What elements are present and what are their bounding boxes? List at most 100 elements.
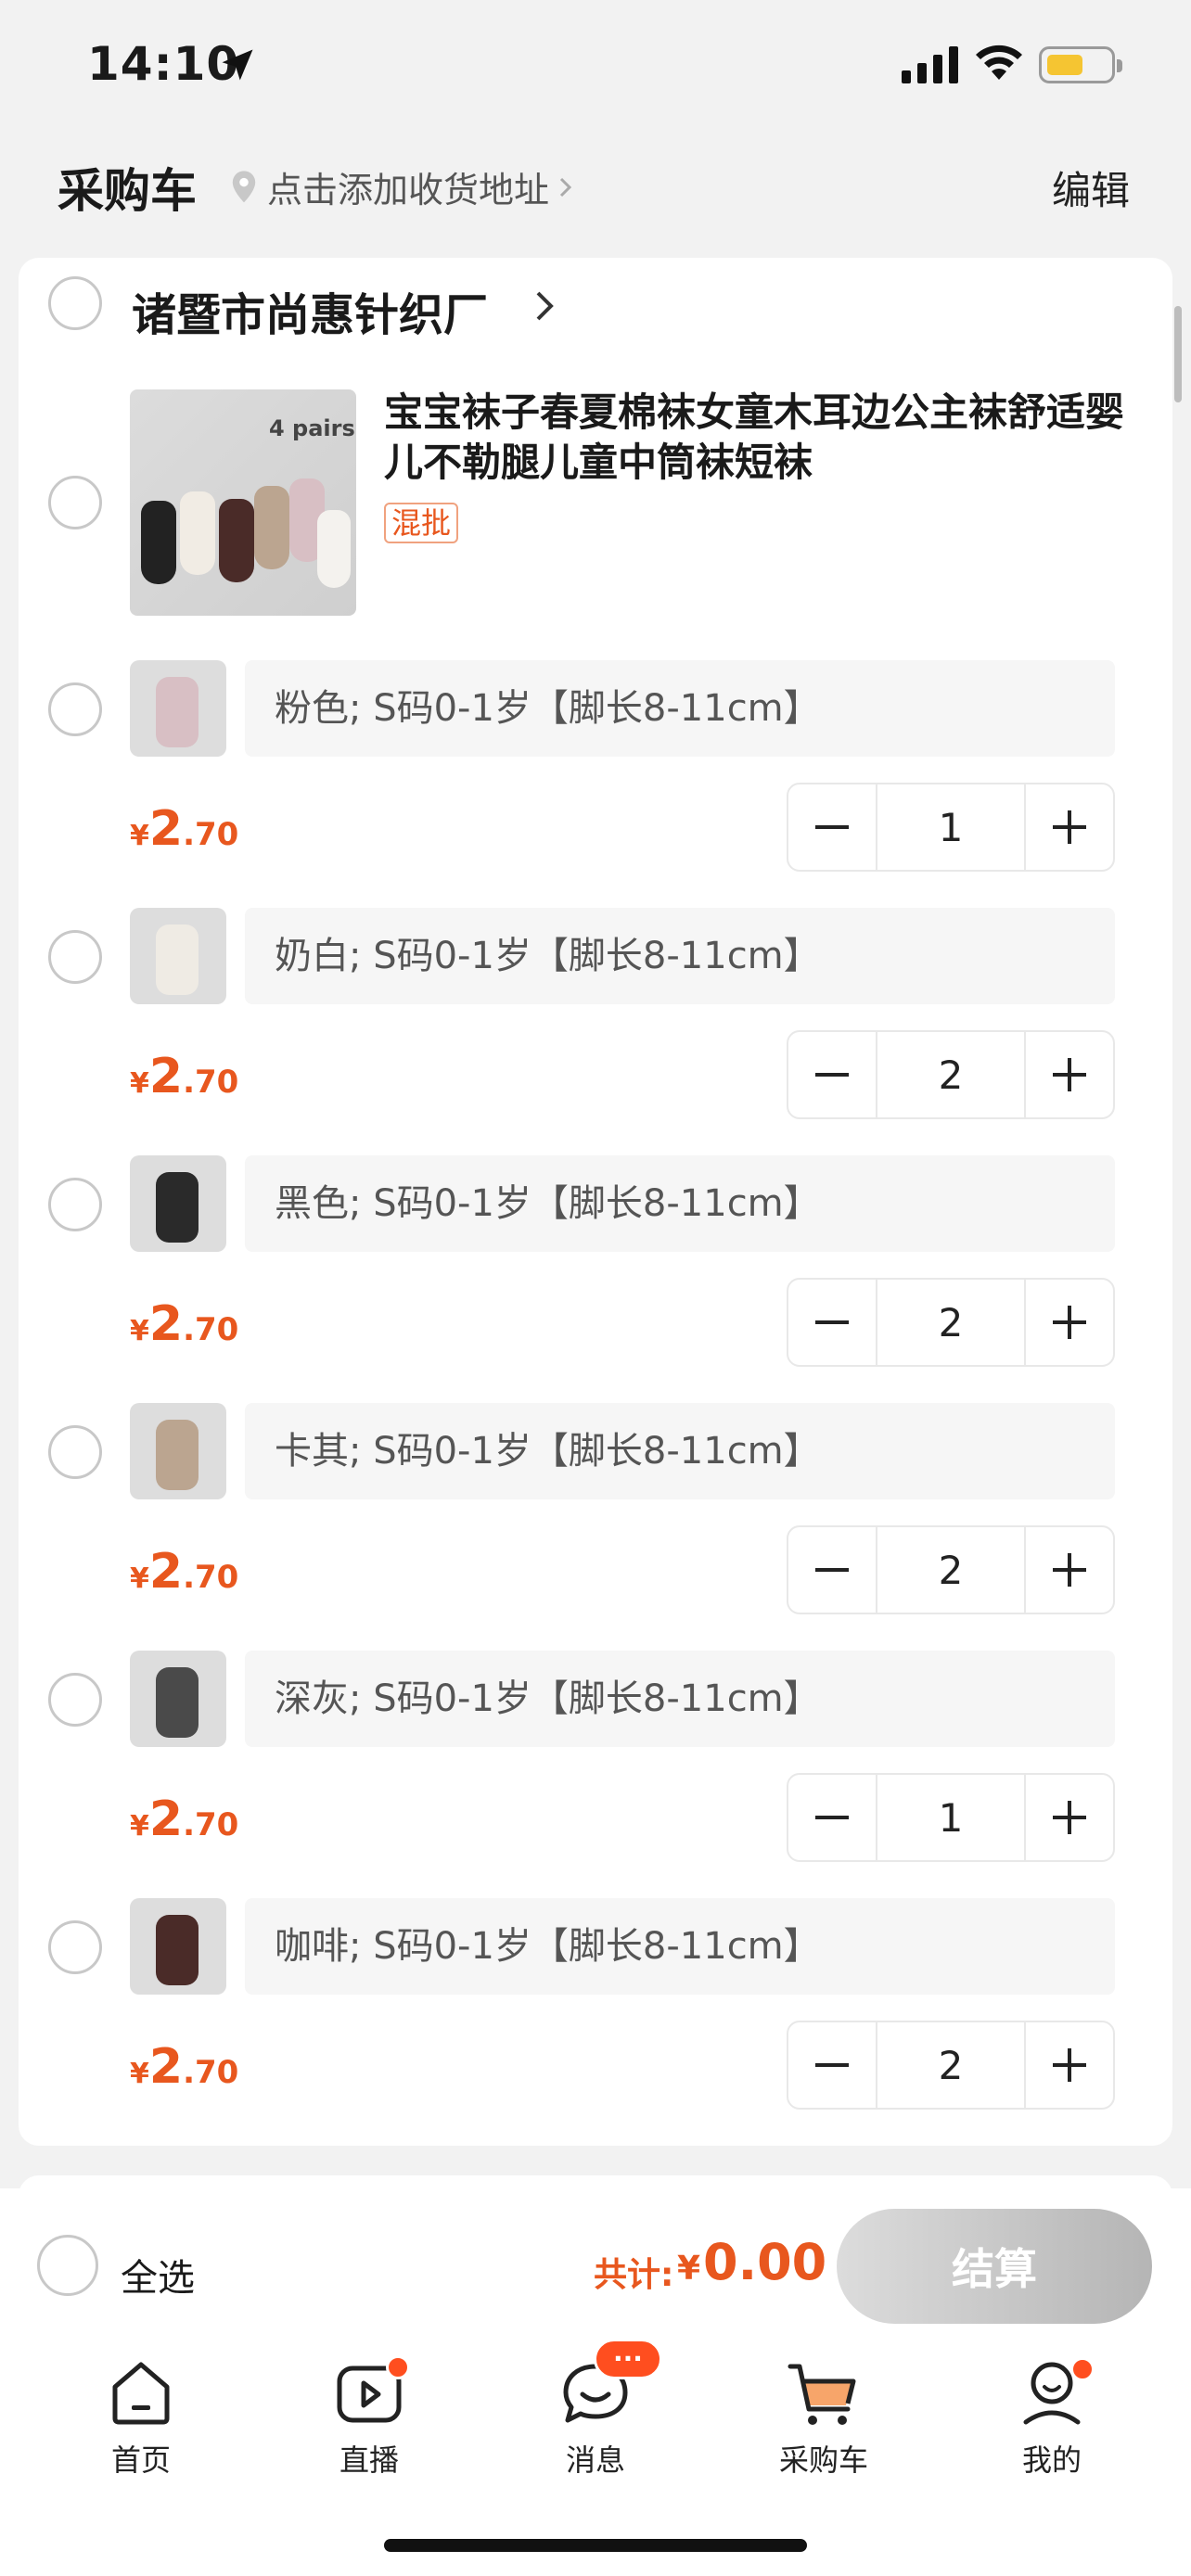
decrease-button[interactable] (788, 1280, 876, 1365)
location-pin-icon (232, 170, 256, 202)
message-icon: ··· (558, 2339, 662, 2429)
increase-button[interactable] (1026, 1527, 1113, 1613)
product-title[interactable]: 宝宝袜子春夏棉袜女童木耳边公主袜舒适婴儿不勒腿儿童中筒袜短袜 (384, 388, 1126, 488)
variant-spec[interactable]: 卡其; S码0-1岁【脚长8-11cm】 (245, 1403, 1115, 1499)
variant-thumbnail[interactable] (130, 1403, 226, 1499)
product-image[interactable]: 4 pairs (130, 389, 356, 616)
minus-icon (815, 1816, 849, 1819)
increase-button[interactable] (1026, 1775, 1113, 1860)
page-title: 采购车 (58, 164, 197, 218)
variant-spec[interactable]: 粉色; S码0-1岁【脚长8-11cm】 (245, 660, 1115, 757)
variant-spec[interactable]: 奶白; S码0-1岁【脚长8-11cm】 (245, 908, 1115, 1004)
sock-swatch (156, 677, 198, 747)
variant-thumbnail[interactable] (130, 1651, 226, 1747)
variant-select-checkbox[interactable] (48, 1920, 102, 1974)
tab-home[interactable]: 首页 (67, 2355, 215, 2480)
notification-dot (1070, 2357, 1095, 2381)
variant-select-checkbox[interactable] (48, 1425, 102, 1479)
minus-icon (815, 1568, 849, 1572)
price: ¥2.70 (130, 1544, 239, 1600)
minus-icon (815, 1320, 849, 1324)
scrollbar[interactable] (1174, 306, 1182, 402)
tab-label: 采购车 (778, 2442, 868, 2478)
quantity-stepper[interactable]: 2 (787, 2021, 1115, 2110)
quantity-stepper[interactable]: 2 (787, 1525, 1115, 1614)
variant-select-checkbox[interactable] (48, 930, 102, 984)
shop-name[interactable]: 诸暨市尚惠针织厂 (132, 278, 488, 343)
price: ¥2.70 (130, 801, 239, 857)
increase-button[interactable] (1026, 2022, 1113, 2108)
plus-icon (1053, 1553, 1086, 1587)
decrease-button[interactable] (788, 1775, 876, 1860)
price: ¥2.70 (130, 1296, 239, 1352)
tab-label: 直播 (339, 2442, 399, 2478)
quantity-stepper[interactable]: 1 (787, 1773, 1115, 1862)
variant-spec[interactable]: 咖啡; S码0-1岁【脚长8-11cm】 (245, 1898, 1115, 1995)
checkout-button[interactable]: 结算 (837, 2209, 1152, 2324)
minus-icon (815, 1073, 849, 1077)
quantity-value[interactable]: 1 (876, 784, 1026, 870)
quantity-stepper[interactable]: 2 (787, 1030, 1115, 1119)
total-amount: 0.00 (703, 2233, 827, 2291)
quantity-value[interactable]: 2 (876, 1527, 1026, 1613)
variant-select-checkbox[interactable] (48, 1673, 102, 1727)
decrease-button[interactable] (788, 2022, 876, 2108)
message-badge: ··· (594, 2339, 662, 2379)
select-all-checkbox[interactable] (37, 2235, 98, 2296)
quantity-stepper[interactable]: 2 (787, 1278, 1115, 1367)
signal-icon (902, 46, 958, 83)
sock-swatch (156, 1420, 198, 1490)
tab-label: 首页 (110, 2442, 171, 2478)
price: ¥2.70 (130, 2039, 239, 2095)
address-text: 点击添加收货地址 (267, 170, 550, 210)
variant-thumbnail[interactable] (130, 1898, 226, 1995)
select-all-label[interactable]: 全选 (121, 2248, 195, 2302)
wifi-icon (976, 45, 1022, 80)
decrease-button[interactable] (788, 1032, 876, 1117)
quantity-value[interactable]: 2 (876, 2022, 1026, 2108)
notification-dot (386, 2355, 410, 2379)
tab-cart[interactable]: 采购车 (749, 2355, 898, 2480)
product-select-checkbox[interactable] (48, 476, 102, 529)
plus-icon (1053, 1306, 1086, 1339)
mixed-batch-tag: 混批 (384, 503, 459, 543)
increase-button[interactable] (1026, 1280, 1113, 1365)
quantity-value[interactable]: 1 (876, 1775, 1026, 1860)
variant-select-checkbox[interactable] (48, 1178, 102, 1231)
product-image-caption: 4 pairs (269, 415, 355, 441)
sock-swatch (156, 1915, 198, 1985)
cart-icon (787, 2355, 861, 2429)
edit-button[interactable]: 编辑 (1052, 159, 1130, 216)
sock-swatch (156, 1667, 198, 1738)
quantity-value[interactable]: 2 (876, 1032, 1026, 1117)
home-indicator[interactable] (384, 2539, 807, 2552)
tab-label: 消息 (565, 2442, 625, 2478)
variant-thumbnail[interactable] (130, 908, 226, 1004)
sock-swatch (156, 1172, 198, 1243)
sock-swatch (156, 925, 198, 995)
quantity-stepper[interactable]: 1 (787, 783, 1115, 872)
plus-icon (1053, 1801, 1086, 1834)
tab-live[interactable]: 直播 (295, 2355, 443, 2480)
tab-profile[interactable]: 我的 (978, 2355, 1126, 2480)
decrease-button[interactable] (788, 784, 876, 870)
chevron-right-icon (559, 177, 572, 197)
quantity-value[interactable]: 2 (876, 1280, 1026, 1365)
increase-button[interactable] (1026, 784, 1113, 870)
total-label: 共计: (594, 2256, 674, 2294)
variant-thumbnail[interactable] (130, 1155, 226, 1252)
total-currency: ¥ (677, 2250, 701, 2288)
increase-button[interactable] (1026, 1032, 1113, 1117)
add-address-link[interactable]: 点击添加收货地址 (228, 161, 575, 212)
price: ¥2.70 (130, 1792, 239, 1847)
decrease-button[interactable] (788, 1527, 876, 1613)
variant-select-checkbox[interactable] (48, 682, 102, 736)
variant-spec[interactable]: 深灰; S码0-1岁【脚长8-11cm】 (245, 1651, 1115, 1747)
variant-spec[interactable]: 黑色; S码0-1岁【脚长8-11cm】 (245, 1155, 1115, 1252)
tab-messages[interactable]: ··· 消息 (521, 2339, 670, 2480)
variant-thumbnail[interactable] (130, 660, 226, 757)
shop-select-checkbox[interactable] (48, 276, 102, 330)
live-icon (332, 2355, 410, 2429)
chevron-right-icon[interactable] (532, 286, 558, 326)
location-arrow-icon (222, 49, 253, 81)
